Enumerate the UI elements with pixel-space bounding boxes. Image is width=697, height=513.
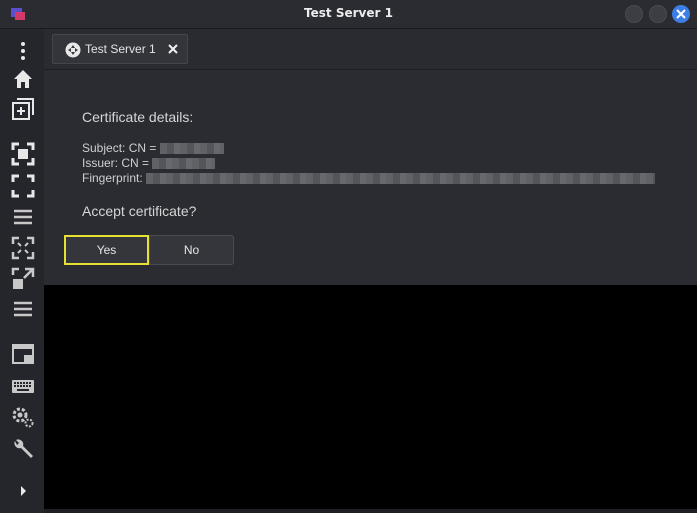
- fullscreen-icon[interactable]: [11, 142, 35, 166]
- tab-test-server-1[interactable]: Test Server 1: [52, 34, 188, 64]
- scale-down-icon[interactable]: [11, 236, 35, 260]
- redacted-subject: [159, 143, 224, 155]
- fingerprint-label: Fingerprint:: [82, 171, 143, 185]
- sidebar: [0, 29, 44, 513]
- redacted-fingerprint: [146, 173, 656, 185]
- tools-icon[interactable]: [11, 437, 35, 461]
- scale-up-icon[interactable]: [11, 267, 35, 291]
- subject-row: Subject: CN =: [82, 141, 224, 155]
- certificate-dialog: Certificate details: Subject: CN = Issue…: [44, 70, 697, 285]
- issuer-row: Issuer: CN =: [82, 156, 216, 170]
- tab-label: Test Server 1: [85, 42, 156, 56]
- fit-screen-icon[interactable]: [11, 174, 35, 198]
- accept-question: Accept certificate?: [82, 203, 197, 219]
- maximize-button[interactable]: [649, 5, 667, 23]
- tab-strip: Test Server 1: [44, 29, 697, 70]
- keyboard-icon[interactable]: [11, 374, 35, 398]
- home-icon[interactable]: [11, 67, 35, 91]
- issuer-label: Issuer: CN =: [82, 156, 150, 170]
- yes-button[interactable]: Yes: [64, 235, 149, 265]
- remote-display[interactable]: [44, 285, 697, 509]
- minimize-button[interactable]: [625, 5, 643, 23]
- menu-icon[interactable]: [11, 205, 35, 229]
- settings-icon[interactable]: [11, 405, 35, 429]
- close-icon: [676, 9, 686, 19]
- expand-arrow-icon[interactable]: [11, 479, 35, 503]
- no-button[interactable]: No: [149, 235, 234, 265]
- certificate-heading: Certificate details:: [82, 109, 194, 125]
- close-icon[interactable]: [167, 43, 179, 55]
- window-title: Test Server 1: [304, 6, 393, 20]
- close-window-button[interactable]: [672, 5, 690, 23]
- connection-icon: [65, 42, 81, 58]
- more-vertical-icon[interactable]: [11, 39, 35, 63]
- fingerprint-row: Fingerprint:: [82, 171, 656, 185]
- redacted-issuer: [152, 158, 216, 170]
- title-bar: Test Server 1: [0, 0, 697, 29]
- list-icon[interactable]: [11, 297, 35, 321]
- subject-label: Subject: CN =: [82, 141, 157, 155]
- new-connection-icon[interactable]: [11, 97, 35, 121]
- window-mode-icon[interactable]: [11, 342, 35, 366]
